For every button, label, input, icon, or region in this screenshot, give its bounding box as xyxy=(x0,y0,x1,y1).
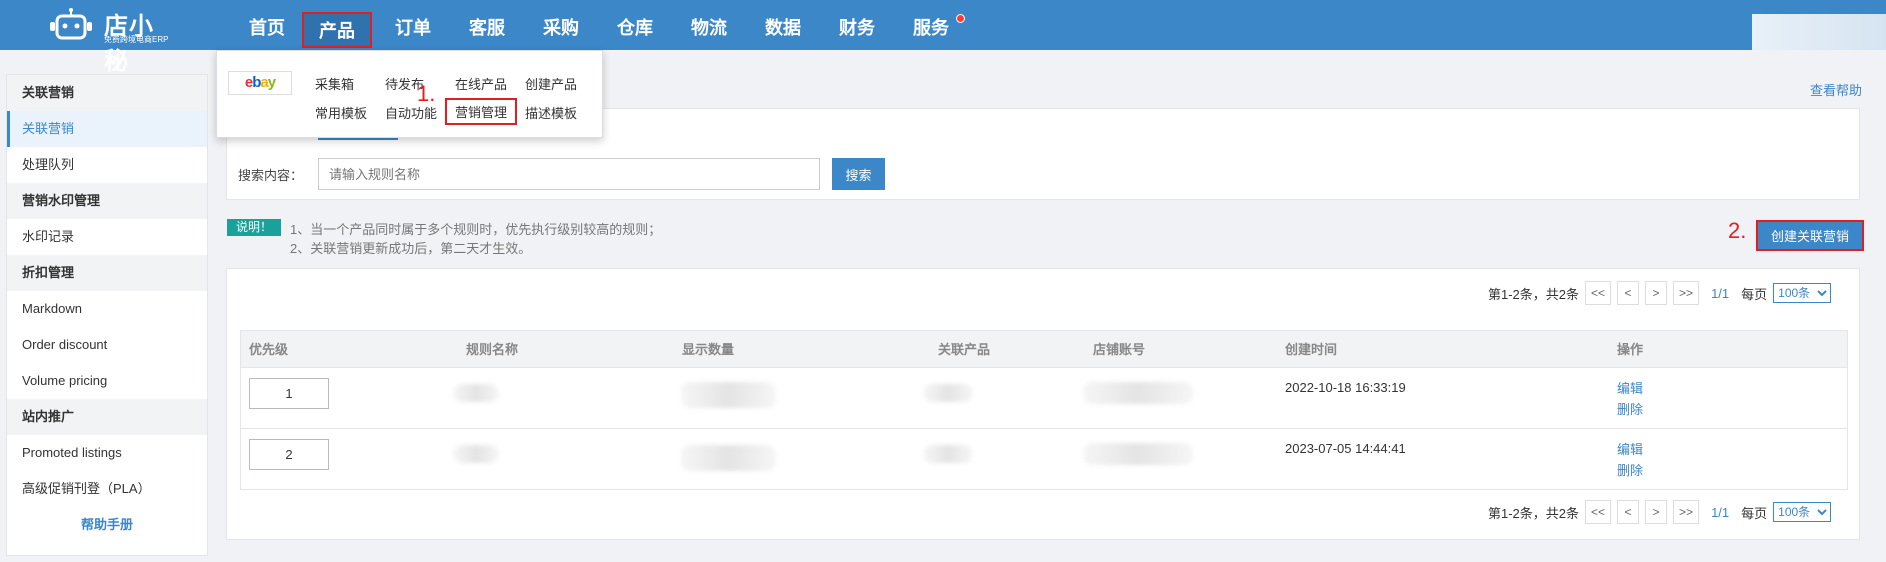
search-label: 搜索内容： xyxy=(238,168,304,183)
menu-templates[interactable]: 常用模板 xyxy=(315,103,367,122)
delete-link[interactable]: 删除 xyxy=(1617,399,1643,418)
nav-orders[interactable]: 订单 xyxy=(378,14,448,48)
nav-product[interactable]: 产品 xyxy=(302,12,372,48)
edit-link[interactable]: 编辑 xyxy=(1617,439,1643,458)
redacted-display-count xyxy=(681,382,776,408)
pager-last-button[interactable]: >> xyxy=(1673,500,1700,524)
brand-logo[interactable]: 店小秘 免费跨境电商ERP xyxy=(48,4,178,75)
nav-warehouse[interactable]: 仓库 xyxy=(600,14,670,48)
notification-dot xyxy=(956,14,965,23)
edit-link[interactable]: 编辑 xyxy=(1617,378,1643,397)
pager-next-button[interactable]: > xyxy=(1645,500,1668,524)
redacted-rule-name xyxy=(453,384,499,402)
redacted-store-account xyxy=(1083,443,1193,465)
sidebar-item-markdown[interactable]: Markdown xyxy=(7,291,207,327)
robot-logo-icon xyxy=(50,8,92,40)
menu-marketing-management[interactable]: 营销管理 xyxy=(445,98,518,125)
priority-input[interactable] xyxy=(249,378,329,409)
per-page-select[interactable]: 100条 xyxy=(1773,502,1832,522)
created-time: 2022-10-18 16:33:19 xyxy=(1285,380,1406,395)
col-created-time: 创建时间 xyxy=(1285,342,1338,357)
ebay-letter-y: y xyxy=(267,74,276,91)
note-line-1: 1、当一个产品同时属于多个规则时，优先执行级别较高的规则； xyxy=(290,222,662,237)
table-header: 优先级 规则名称 显示数量 关联产品 店铺账号 创建时间 操作 xyxy=(240,330,1848,368)
pager-prev-button[interactable]: < xyxy=(1617,281,1640,305)
redacted-linked-products xyxy=(923,384,973,402)
nav-data[interactable]: 数据 xyxy=(748,14,818,48)
table-row: 2022-10-18 16:33:19 编辑 删除 xyxy=(240,368,1848,429)
pager-current-page: 1/1 xyxy=(1711,285,1730,301)
search-input[interactable] xyxy=(318,158,820,190)
top-nav: 店小秘 免费跨境电商ERP 首页 产品 订单 客服 采购 仓库 物流 数据 财务… xyxy=(0,0,1886,75)
sidebar-item-promoted-listings[interactable]: Promoted listings xyxy=(7,435,207,471)
delete-link[interactable]: 删除 xyxy=(1617,460,1643,479)
col-linked-products: 关联产品 xyxy=(938,342,991,357)
sidebar-item-related-marketing[interactable]: 关联营销 xyxy=(7,111,207,147)
nav-logistics[interactable]: 物流 xyxy=(674,14,744,48)
sidebar-group-related-marketing: 关联营销 xyxy=(7,75,207,111)
sidebar-item-watermark-records[interactable]: 水印记录 xyxy=(7,219,207,255)
nav-finance[interactable]: 财务 xyxy=(822,14,892,48)
created-time: 2023-07-05 14:44:41 xyxy=(1285,441,1406,456)
menu-create-product[interactable]: 创建产品 xyxy=(525,74,577,93)
sidebar-item-order-discount[interactable]: Order discount xyxy=(7,327,207,363)
pager-top: 第1-2条，共2条 << < > >> 1/1 每页 100条 xyxy=(1488,281,1832,305)
note-line-2: 2、关联营销更新成功后，第二天才生效。 xyxy=(290,241,532,256)
pager-next-button[interactable]: > xyxy=(1645,281,1668,305)
per-page-label: 每页 xyxy=(1741,505,1768,521)
pager-summary: 第1-2条，共2条 xyxy=(1488,286,1580,302)
step-1-annotation: 1. xyxy=(417,81,436,106)
sidebar-item-process-queue[interactable]: 处理队列 xyxy=(7,147,207,183)
menu-description-templates[interactable]: 描述模板 xyxy=(525,103,577,122)
step-2-annotation: 2. xyxy=(1728,218,1747,243)
sidebar-group-discount: 折扣管理 xyxy=(7,255,207,291)
menu-collection-box[interactable]: 采集箱 xyxy=(315,74,354,93)
brand-subtitle: 免费跨境电商ERP xyxy=(104,35,169,44)
user-account-area[interactable] xyxy=(1752,14,1886,50)
pager-first-button[interactable]: << xyxy=(1585,500,1612,524)
col-rule-name: 规则名称 xyxy=(466,342,519,357)
col-display-count: 显示数量 xyxy=(682,342,735,357)
redacted-display-count xyxy=(681,445,776,471)
view-help-link[interactable]: 查看帮助 xyxy=(1810,80,1862,99)
ebay-logo[interactable]: ebay xyxy=(228,71,292,95)
col-actions: 操作 xyxy=(1617,342,1644,357)
help-manual-link[interactable]: 帮助手册 xyxy=(7,507,207,543)
note-badge: 说明！ xyxy=(227,219,281,236)
sidebar-group-watermark: 营销水印管理 xyxy=(7,183,207,219)
menu-online-products[interactable]: 在线产品 xyxy=(455,74,507,93)
per-page-select[interactable]: 100条 xyxy=(1773,283,1832,303)
table-row: 2023-07-05 14:44:41 编辑 删除 xyxy=(240,429,1848,490)
redacted-store-account xyxy=(1083,382,1193,404)
col-store-account: 店铺账号 xyxy=(1093,342,1146,357)
pager-first-button[interactable]: << xyxy=(1585,281,1612,305)
redacted-rule-name xyxy=(453,445,499,463)
nav-purchasing[interactable]: 采购 xyxy=(526,14,596,48)
sidebar-item-volume-pricing[interactable]: Volume pricing xyxy=(7,363,207,399)
col-priority: 优先级 xyxy=(249,342,289,357)
nav-customer-service[interactable]: 客服 xyxy=(452,14,522,48)
pager-last-button[interactable]: >> xyxy=(1673,281,1700,305)
sidebar: 关联营销 关联营销 处理队列 营销水印管理 水印记录 折扣管理 Markdown… xyxy=(6,74,208,556)
search-button[interactable]: 搜索 xyxy=(832,158,885,190)
create-related-marketing-button[interactable]: 创建关联营销 xyxy=(1756,220,1864,251)
pager-bottom: 第1-2条，共2条 << < > >> 1/1 每页 100条 xyxy=(1488,500,1832,524)
pager-prev-button[interactable]: < xyxy=(1617,500,1640,524)
pager-current-page: 1/1 xyxy=(1711,504,1730,520)
ebay-letter-a: a xyxy=(260,74,268,91)
product-dropdown-menu: ebay 采集箱 待发布 在线产品 创建产品 常用模板 自动功能 营销管理 描述… xyxy=(216,50,603,138)
pager-summary: 第1-2条，共2条 xyxy=(1488,505,1580,521)
sidebar-item-pla[interactable]: 高级促销刊登（PLA） xyxy=(7,471,207,507)
per-page-label: 每页 xyxy=(1741,286,1768,302)
sidebar-group-onsite-promotion: 站内推广 xyxy=(7,399,207,435)
redacted-linked-products xyxy=(923,445,973,463)
priority-input[interactable] xyxy=(249,439,329,470)
nav-home[interactable]: 首页 xyxy=(232,14,302,48)
